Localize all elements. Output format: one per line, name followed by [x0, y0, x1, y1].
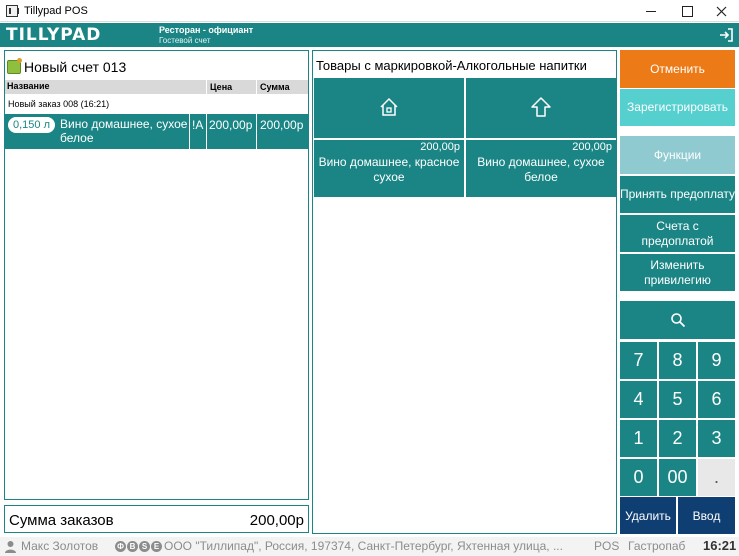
item-name: Вино домашнее, сухое белое [60, 117, 188, 145]
check-icon [7, 58, 22, 74]
key-8[interactable]: 8 [659, 342, 696, 379]
header-context-line2: Гостевой счет [159, 36, 211, 45]
register-button[interactable]: Зарегистрировать [620, 89, 735, 126]
key-4[interactable]: 4 [620, 381, 657, 418]
maximize-button[interactable] [670, 0, 704, 22]
status-indicator: В [127, 541, 138, 552]
prepaid-checks-button[interactable]: Счета с предоплатой [620, 215, 735, 252]
app-icon [6, 5, 19, 17]
window-titlebar: Tillypad POS [0, 0, 739, 22]
column-name: Название [7, 81, 50, 91]
close-button[interactable] [704, 0, 738, 22]
exit-icon[interactable] [718, 27, 734, 43]
total-label: Сумма заказов [9, 512, 114, 529]
functions-button[interactable]: Функции [620, 136, 735, 174]
catalog-home-button[interactable] [314, 78, 464, 138]
product-name: Вино домашнее, сухое белое [477, 155, 605, 184]
item-quantity[interactable]: 0,150 л [8, 117, 56, 133]
status-user: Макс Золотов [21, 539, 99, 553]
item-flag: !A [189, 114, 206, 149]
window-title: Tillypad POS [24, 5, 88, 17]
key-7[interactable]: 7 [620, 342, 657, 379]
key-0[interactable]: 0 [620, 459, 657, 496]
status-time: 16:21 [703, 538, 737, 553]
check-panel: Новый счет 013 Название Цена Сумма Новый… [4, 50, 309, 500]
status-bar: Макс Золотов Ф В S Е ООО "Тиллипад", Рос… [0, 537, 739, 556]
total-value: 200,00р [249, 512, 304, 529]
key-6[interactable]: 6 [698, 381, 735, 418]
key-9[interactable]: 9 [698, 342, 735, 379]
status-mode: POS [594, 539, 620, 553]
status-indicator: S [139, 541, 150, 552]
tillypad-logo: TILLYPAD [6, 25, 102, 45]
home-icon [380, 97, 398, 116]
key-1[interactable]: 1 [620, 420, 657, 457]
column-sum: Сумма [256, 80, 290, 94]
order-total: Сумма заказов 200,00р [4, 505, 309, 533]
change-privilege-button[interactable]: Изменить привилегию [620, 254, 735, 291]
user-icon [5, 541, 16, 553]
key-00[interactable]: 00 [659, 459, 696, 496]
catalog-up-button[interactable] [466, 78, 616, 138]
product-name: Вино домашнее, красное сухое [318, 155, 460, 184]
product-tile[interactable]: 200,00р Вино домашнее, сухое белое [466, 140, 616, 197]
header-context-line1: Ресторан - официант [159, 25, 254, 35]
status-address: ООО "Тиллипад", Россия, 197374, Санкт-Пе… [164, 539, 563, 553]
column-price: Цена [206, 80, 232, 94]
catalog-title: Товары с маркировкой-Алкогольные напитки [316, 58, 587, 73]
check-header: Новый счет 013 [7, 57, 126, 77]
key-5[interactable]: 5 [659, 381, 696, 418]
product-price: 200,00р [572, 141, 612, 153]
up-arrow-icon [531, 97, 551, 117]
catalog-panel: Товары с маркировкой-Алкогольные напитки… [312, 50, 617, 534]
minimize-button[interactable] [634, 0, 668, 22]
cancel-button[interactable]: Отменить [620, 50, 735, 88]
item-sum: 200,00р [256, 114, 308, 149]
app-header: TILLYPAD Ресторан - официант Гостевой сч… [0, 23, 739, 47]
status-indicators: Ф В S Е [115, 541, 162, 552]
enter-button[interactable]: Ввод [678, 497, 735, 534]
check-columns-header: Название Цена Сумма [5, 80, 308, 94]
delete-button[interactable]: Удалить [620, 497, 676, 534]
key-2[interactable]: 2 [659, 420, 696, 457]
key-3[interactable]: 3 [698, 420, 735, 457]
close-icon [716, 6, 726, 16]
status-indicator: Е [151, 541, 162, 552]
accept-prepayment-button[interactable]: Принять предоплату [620, 176, 735, 213]
order-label: Новый заказ 008 (16:21) [8, 99, 110, 109]
status-indicator: Ф [115, 541, 126, 552]
product-tile[interactable]: 200,00р Вино домашнее, красное сухое [314, 140, 464, 197]
item-price: 200,00р [206, 114, 256, 149]
key-decimal[interactable]: . [698, 459, 735, 496]
check-title: Новый счет 013 [24, 59, 127, 75]
search-button[interactable] [620, 301, 735, 339]
status-restaurant: Гастропаб [628, 539, 686, 553]
product-price: 200,00р [420, 141, 460, 153]
search-icon [670, 313, 685, 328]
order-item-row[interactable]: 0,150 л Вино домашнее, сухое белое !A 20… [5, 114, 308, 149]
